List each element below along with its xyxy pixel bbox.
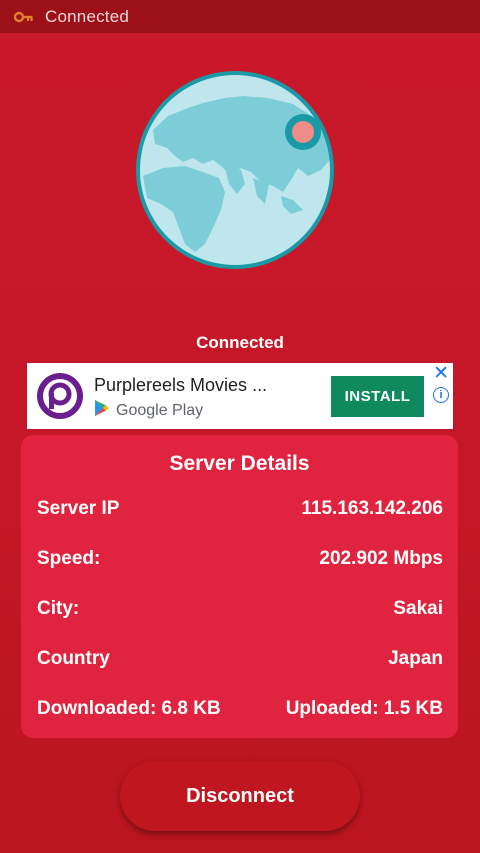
ad-store-label: Google Play	[116, 401, 204, 419]
connection-status-label: Connected	[196, 333, 284, 352]
server-details-panel: Server Details Server IP 115.163.142.206…	[21, 435, 458, 738]
traffic-row: Downloaded: 6.8 KB Uploaded: 1.5 KB	[37, 698, 443, 720]
row-value: Sakai	[393, 598, 443, 619]
google-play-icon	[94, 399, 110, 422]
ad-close-icon[interactable]: ✕	[433, 364, 449, 384]
server-ip-row: Server IP 115.163.142.206	[37, 498, 443, 520]
ad-info-icon[interactable]: i	[433, 387, 449, 403]
row-label: Server IP	[37, 498, 120, 519]
row-value: 202.902 Mbps	[319, 548, 443, 569]
globe-icon	[133, 68, 337, 272]
ad-banner[interactable]: Purplereels Movies ... Google Play INSTA…	[27, 363, 453, 429]
downloaded-label: Downloaded: 6.8 KB	[37, 698, 221, 719]
city-row: City: Sakai	[37, 598, 443, 620]
server-details-title: Server Details	[169, 452, 310, 475]
ad-install-button[interactable]: INSTALL	[331, 376, 424, 417]
disconnect-button[interactable]: Disconnect	[120, 761, 360, 831]
row-value: 115.163.142.206	[301, 498, 443, 519]
row-label: Country	[37, 648, 110, 669]
uploaded-label: Uploaded: 1.5 KB	[285, 698, 443, 719]
row-label: Speed:	[37, 548, 101, 569]
speed-row: Speed: 202.902 Mbps	[37, 548, 443, 570]
row-value: Japan	[388, 648, 443, 669]
key-icon	[14, 10, 34, 24]
ad-store: Google Play	[94, 399, 203, 422]
row-label: City:	[37, 598, 80, 619]
ad-title[interactable]: Purplereels Movies ...	[94, 375, 267, 396]
purplereels-logo-icon	[37, 373, 83, 419]
status-bar: Connected	[0, 0, 480, 33]
country-row: Country Japan	[37, 648, 443, 670]
status-text: Connected	[45, 6, 130, 26]
